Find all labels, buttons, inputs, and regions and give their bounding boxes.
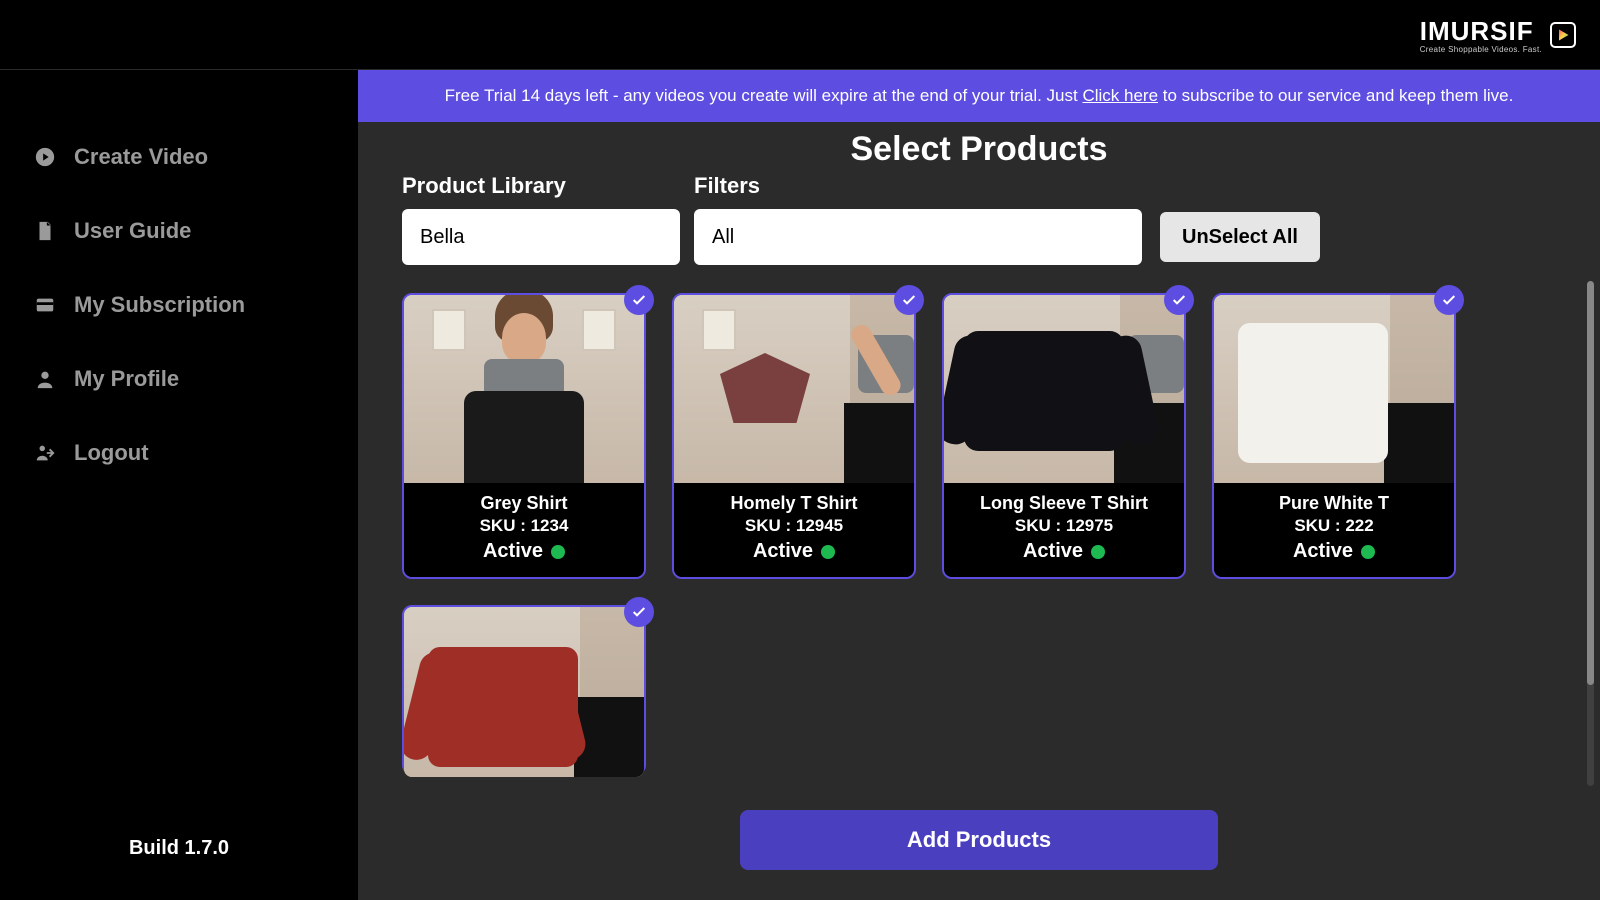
product-thumbnail bbox=[1214, 295, 1454, 483]
brand-play-icon bbox=[1550, 22, 1576, 48]
product-thumbnail bbox=[404, 607, 644, 777]
filters-select[interactable] bbox=[694, 209, 1142, 265]
selected-check-icon[interactable] bbox=[1434, 285, 1464, 315]
banner-text-post: to subscribe to our service and keep the… bbox=[1158, 86, 1513, 105]
product-name: Grey Shirt bbox=[410, 493, 638, 514]
nav-label: Create Video bbox=[74, 144, 208, 170]
add-products-button[interactable]: Add Products bbox=[740, 810, 1218, 870]
sidebar: Create Video User Guide My Subscription … bbox=[0, 70, 358, 900]
banner-text-pre: Free Trial 14 days left - any videos you… bbox=[445, 86, 1083, 105]
trial-banner: Free Trial 14 days left - any videos you… bbox=[358, 70, 1600, 122]
nav-label: User Guide bbox=[74, 218, 191, 244]
status-dot-icon bbox=[1361, 545, 1375, 559]
nav-logout[interactable]: Logout bbox=[0, 416, 358, 490]
brand-logo: IMURSIF Create Shoppable Videos. Fast. bbox=[1420, 16, 1576, 54]
product-status: Active bbox=[1293, 540, 1353, 563]
selected-check-icon[interactable] bbox=[624, 597, 654, 627]
product-card[interactable]: Pure White T SKU : 222 Active bbox=[1212, 293, 1456, 579]
banner-subscribe-link[interactable]: Click here bbox=[1082, 86, 1158, 105]
nav-label: My Profile bbox=[74, 366, 179, 392]
product-name: Pure White T bbox=[1220, 493, 1448, 514]
filters-label: Filters bbox=[694, 173, 1142, 199]
controls-row: Product Library Filters UnSelect All bbox=[358, 173, 1600, 275]
play-circle-icon bbox=[34, 146, 56, 168]
product-thumbnail bbox=[944, 295, 1184, 483]
brand-tagline: Create Shoppable Videos. Fast. bbox=[1420, 45, 1542, 54]
product-status: Active bbox=[483, 540, 543, 563]
scrollbar-thumb[interactable] bbox=[1587, 281, 1594, 685]
nav-create-video[interactable]: Create Video bbox=[0, 120, 358, 194]
product-card[interactable]: Long Sleeve T Shirt SKU : 12975 Active bbox=[942, 293, 1186, 579]
product-thumbnail bbox=[674, 295, 914, 483]
product-card[interactable]: Grey Shirt SKU : 1234 Active bbox=[402, 293, 646, 579]
page-title: Select Products bbox=[358, 122, 1600, 173]
selected-check-icon[interactable] bbox=[1164, 285, 1194, 315]
product-name: Homely T Shirt bbox=[680, 493, 908, 514]
product-status: Active bbox=[1023, 540, 1083, 563]
nav-label: My Subscription bbox=[74, 292, 245, 318]
product-library-select[interactable] bbox=[402, 209, 680, 265]
product-name: Long Sleeve T Shirt bbox=[950, 493, 1178, 514]
product-status: Active bbox=[753, 540, 813, 563]
library-label: Product Library bbox=[402, 173, 680, 199]
nav-my-profile[interactable]: My Profile bbox=[0, 342, 358, 416]
nav-my-subscription[interactable]: My Subscription bbox=[0, 268, 358, 342]
app-header: IMURSIF Create Shoppable Videos. Fast. bbox=[0, 0, 1600, 70]
product-grid-scroll[interactable]: Grey Shirt SKU : 1234 Active Homely T bbox=[358, 275, 1600, 792]
logout-icon bbox=[34, 442, 56, 464]
product-sku: SKU : 1234 bbox=[410, 516, 638, 536]
status-dot-icon bbox=[551, 545, 565, 559]
product-sku: SKU : 12945 bbox=[680, 516, 908, 536]
selected-check-icon[interactable] bbox=[624, 285, 654, 315]
product-grid: Grey Shirt SKU : 1234 Active Homely T bbox=[402, 293, 1576, 775]
product-sku: SKU : 222 bbox=[1220, 516, 1448, 536]
nav-label: Logout bbox=[74, 440, 149, 466]
vertical-scrollbar[interactable] bbox=[1587, 281, 1594, 786]
product-card[interactable] bbox=[402, 605, 646, 775]
user-icon bbox=[34, 368, 56, 390]
status-dot-icon bbox=[1091, 545, 1105, 559]
document-icon bbox=[34, 220, 56, 242]
subscription-icon bbox=[34, 294, 56, 316]
status-dot-icon bbox=[821, 545, 835, 559]
product-thumbnail bbox=[404, 295, 644, 483]
main-content: Free Trial 14 days left - any videos you… bbox=[358, 70, 1600, 900]
product-sku: SKU : 12975 bbox=[950, 516, 1178, 536]
unselect-all-button[interactable]: UnSelect All bbox=[1160, 212, 1320, 262]
brand-name: IMURSIF bbox=[1420, 16, 1534, 47]
build-version: Build 1.7.0 bbox=[0, 807, 358, 900]
nav-user-guide[interactable]: User Guide bbox=[0, 194, 358, 268]
product-card[interactable]: Homely T Shirt SKU : 12945 Active bbox=[672, 293, 916, 579]
selected-check-icon[interactable] bbox=[894, 285, 924, 315]
